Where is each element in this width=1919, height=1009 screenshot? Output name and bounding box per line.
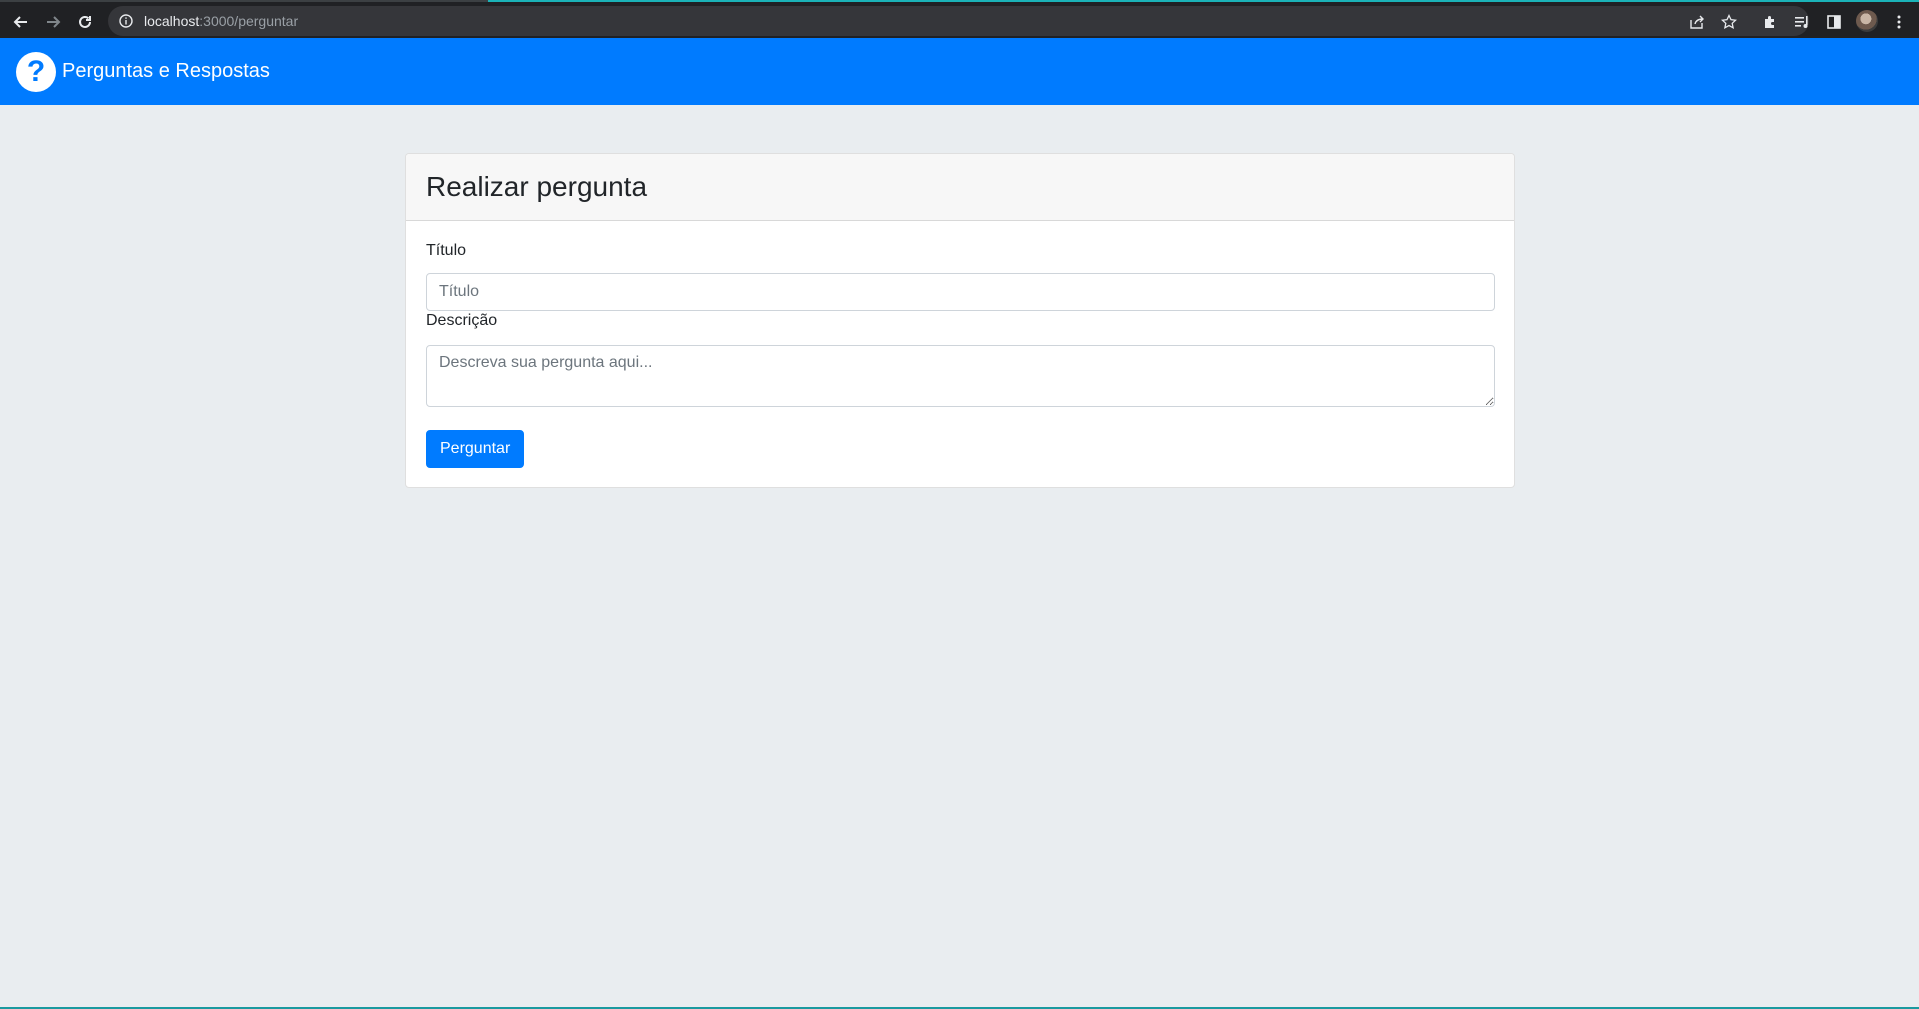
question-card: Realizar pergunta Título Descrição Pergu… (405, 153, 1515, 488)
arrow-right-icon (47, 16, 61, 28)
star-icon[interactable] (1718, 11, 1740, 33)
brand-link[interactable]: Perguntas e Respostas (62, 60, 270, 83)
card-header: Realizar pergunta (406, 154, 1514, 221)
card-title: Realizar pergunta (426, 171, 648, 202)
url-host: localhost (144, 13, 200, 29)
reload-icon (79, 15, 91, 28)
avatar[interactable] (1856, 10, 1878, 32)
share-icon[interactable] (1686, 11, 1708, 33)
address-bar[interactable]: localhost:3000/perguntar (108, 6, 1809, 36)
arrow-left-icon (13, 16, 27, 28)
url-path: :3000/perguntar (199, 13, 299, 29)
logo-glyph: ? (26, 54, 46, 88)
ask-button[interactable]: Perguntar (426, 430, 525, 468)
info-icon[interactable] (118, 13, 134, 29)
forward-button[interactable] (40, 9, 66, 35)
url-text: localhost:3000/perguntar (144, 13, 298, 29)
description-textarea[interactable] (426, 345, 1495, 407)
title-label: Título (426, 242, 467, 259)
back-button[interactable] (8, 9, 34, 35)
reload-button[interactable] (72, 9, 98, 35)
navbar: ? Perguntas e Respostas (0, 38, 1919, 105)
side-panel-icon[interactable] (1823, 11, 1845, 33)
browser-toolbar: localhost:3000/perguntar (0, 0, 1919, 38)
title-input[interactable] (426, 273, 1495, 311)
puzzle-icon[interactable] (1759, 11, 1781, 33)
description-label: Descrição (426, 312, 498, 329)
loading-bar (488, 0, 1919, 2)
question-mark-icon[interactable]: ? (16, 51, 56, 92)
media-list-icon[interactable] (1791, 11, 1813, 33)
kebab-menu-icon[interactable] (1888, 11, 1910, 33)
